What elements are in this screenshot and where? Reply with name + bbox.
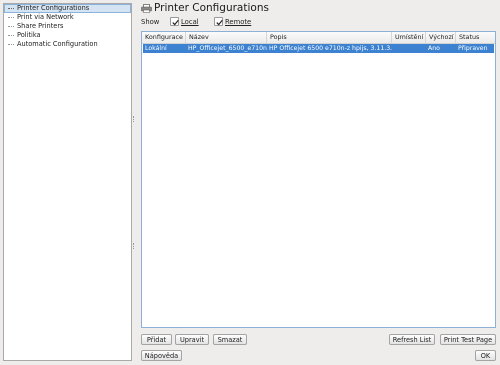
- remote-checkbox-label[interactable]: Remote: [225, 17, 251, 27]
- sidebar-item-print-via-network[interactable]: Print via Network: [4, 13, 131, 22]
- column-header-status[interactable]: Status: [456, 32, 495, 43]
- table-row[interactable]: Lokální HP_Officejet_6500_e710nz HP Offi…: [143, 44, 494, 53]
- cell-konfigurace: Lokální: [145, 45, 167, 52]
- cell-popis: HP Officejet 6500 e710n-z hpijs, 3.11.3.…: [269, 45, 392, 52]
- delete-button[interactable]: Smazat: [213, 334, 247, 345]
- tree-line: [8, 26, 14, 27]
- cell-nazev: HP_Officejet_6500_e710nz: [188, 45, 267, 52]
- grip-dots-icon: [133, 116, 136, 122]
- sidebar-item-politika[interactable]: Politika: [4, 31, 131, 40]
- sidebar-item-automatic-configuration[interactable]: Automatic Configuration: [4, 40, 131, 49]
- help-button[interactable]: Nápověda: [141, 350, 182, 361]
- column-header-popis[interactable]: Popis: [267, 32, 392, 43]
- column-header-umisteni[interactable]: Umístění: [392, 32, 426, 43]
- ok-button[interactable]: OK: [475, 350, 496, 361]
- sidebar-item-share-printers[interactable]: Share Printers: [4, 22, 131, 31]
- column-header-konfigurace[interactable]: Konfigurace: [142, 32, 186, 43]
- grip-dots-icon: [133, 243, 136, 249]
- cell-vychozi: Ano: [428, 45, 440, 52]
- refresh-list-button[interactable]: Refresh List: [389, 334, 435, 345]
- local-checkbox-label[interactable]: Local: [181, 17, 199, 27]
- sidebar-item-label: Politika: [17, 31, 41, 39]
- sidebar-item-label: Printer Configurations: [17, 4, 90, 12]
- checkmark-icon: [216, 19, 223, 26]
- splitter-handle[interactable]: [132, 3, 137, 361]
- tree-line: [8, 44, 14, 45]
- remote-checkbox[interactable]: [214, 17, 223, 26]
- sidebar-item-label: Automatic Configuration: [17, 40, 98, 48]
- cell-umisteni: [392, 44, 426, 53]
- tree-line: [8, 17, 14, 18]
- print-test-page-button[interactable]: Print Test Page: [440, 334, 496, 345]
- local-checkbox[interactable]: [170, 17, 179, 26]
- sidebar-item-label: Print via Network: [17, 13, 74, 21]
- sidebar: Printer Configurations Print via Network…: [3, 3, 132, 361]
- printer-table[interactable]: Konfigurace Název Popis Umístění Výchozí…: [141, 31, 496, 328]
- checkmark-icon: [172, 19, 179, 26]
- show-label: Show: [141, 18, 160, 26]
- cell-status: Připraven: [458, 45, 488, 52]
- tree-line: [8, 35, 14, 36]
- add-button[interactable]: Přidat: [141, 334, 172, 345]
- sidebar-item-printer-configurations[interactable]: Printer Configurations: [4, 4, 131, 13]
- table-header: Konfigurace Název Popis Umístění Výchozí…: [142, 32, 495, 44]
- sidebar-item-label: Share Printers: [17, 22, 64, 30]
- edit-button[interactable]: Upravit: [175, 334, 209, 345]
- column-header-nazev[interactable]: Název: [186, 32, 267, 43]
- page-title: Printer Configurations: [154, 2, 269, 14]
- tree-line: [8, 8, 14, 9]
- printer-icon: [141, 4, 152, 13]
- column-header-vychozi[interactable]: Výchozí: [426, 32, 456, 43]
